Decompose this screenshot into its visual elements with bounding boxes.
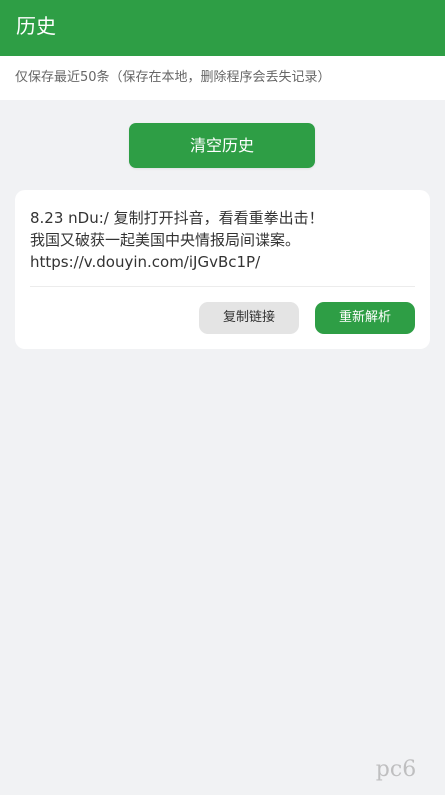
copy-link-button[interactable]: 复制链接 <box>199 302 299 334</box>
history-item-link: https://v.douyin.com/iJGvBc1P/ <box>30 253 261 271</box>
card-divider <box>30 286 415 287</box>
page-title: 历史 <box>16 14 56 38</box>
reparse-button[interactable]: 重新解析 <box>315 302 415 334</box>
storage-notice: 仅保存最近50条（保存在本地，删除程序会丢失记录） <box>0 56 445 100</box>
history-item-text[interactable]: 8.23 nDu:/ 复制打开抖音，看看重拳出击！ 我国又破获一起美国中央情报局… <box>30 207 415 273</box>
history-item-line: 8.23 nDu:/ 复制打开抖音，看看重拳出击！ <box>30 209 324 227</box>
history-item-card: 8.23 nDu:/ 复制打开抖音，看看重拳出击！ 我国又破获一起美国中央情报局… <box>15 190 430 349</box>
history-item-line: 我国又破获一起美国中央情报局间谍案。 <box>30 231 301 249</box>
storage-notice-text: 仅保存最近50条（保存在本地，删除程序会丢失记录） <box>15 70 331 85</box>
watermark-logo: pc6 <box>375 757 417 782</box>
app-bar: 历史 <box>0 0 445 56</box>
clear-history-button[interactable]: 清空历史 <box>129 123 315 168</box>
